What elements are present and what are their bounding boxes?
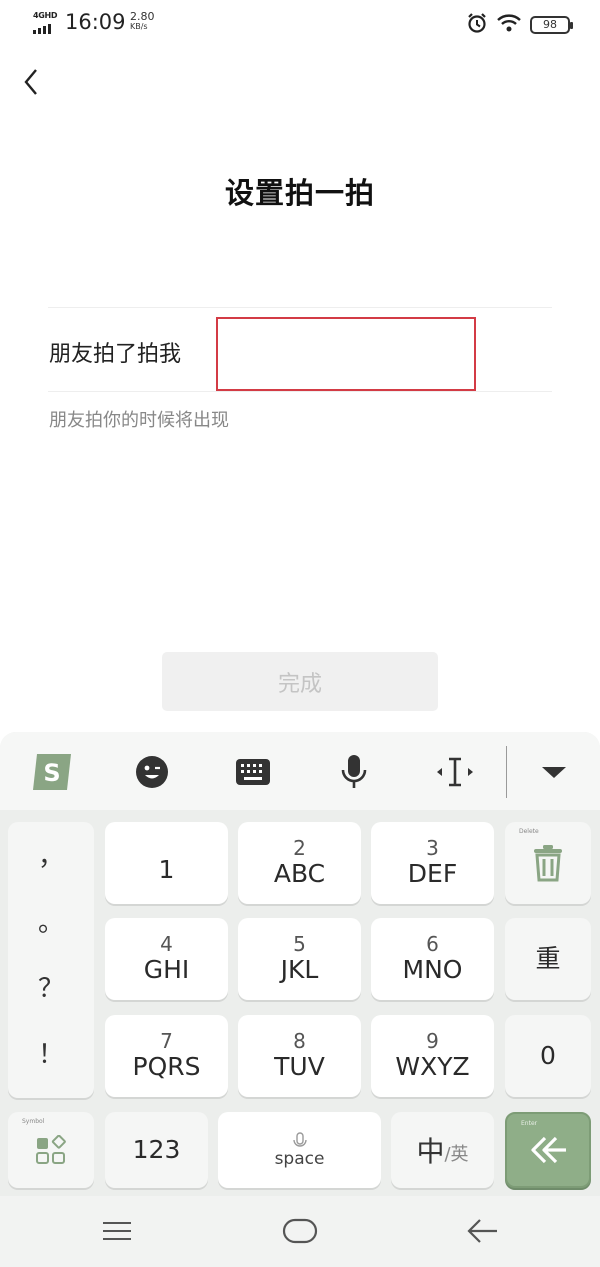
delete-caption: Delete [519,828,539,835]
status-time: 16:09 [65,10,126,34]
key-1[interactable]: 1 [105,822,228,904]
alarm-icon [466,12,488,38]
keyboard-icon[interactable] [223,742,283,802]
wifi-icon [496,13,522,37]
emoji-icon[interactable] [122,742,182,802]
battery-indicator: 98 [530,16,573,34]
key-5[interactable]: 5 JKL [238,918,361,1000]
system-navbar [0,1196,600,1267]
toolbar-separator [506,746,507,798]
number-switch-key[interactable]: 123 [105,1112,208,1188]
svg-text:S: S [43,759,60,787]
page-title: 设置拍一拍 [224,176,375,210]
key-2[interactable]: 2 ABC [238,822,361,904]
sogou-logo-icon[interactable]: S [22,742,82,802]
speed-unit: KB/s [130,22,148,31]
key-4[interactable]: 4 GHI [105,918,228,1000]
enter-caption: Enter [521,1120,538,1127]
language-switch-key[interactable]: 中 /英 [391,1112,494,1188]
punct-exclaim[interactable]: ！ [8,1034,94,1071]
speed-value: 2.80 [130,10,155,23]
symbol-caption: Symbol [22,1118,45,1125]
home-icon[interactable] [275,1214,325,1248]
lang-sub: /英 [444,1144,469,1165]
punct-period[interactable]: 。 [8,902,94,939]
network-speed: 2.80 KB/s [130,10,155,32]
back-button[interactable] [16,62,46,102]
pat-suffix-input[interactable] [216,317,476,391]
key-0[interactable]: 0 [505,1015,591,1097]
key-8[interactable]: 8 TUV [238,1015,361,1097]
pat-label: 朋友拍了拍我 [49,342,182,367]
symbol-grid-icon [36,1135,66,1164]
done-button[interactable]: 完成 [162,652,438,711]
divider-top [48,307,552,308]
chevron-left-icon [24,69,37,95]
lang-main: 中 [416,1135,445,1168]
collapse-icon[interactable] [524,742,584,802]
hint-text: 朋友拍你的时候将出现 [49,410,229,431]
divider-bottom [48,391,552,392]
enter-arrow-icon [531,1136,566,1164]
space-label: space [274,1149,325,1169]
network-type: 4GHD [33,11,58,20]
punctuation-column[interactable]: ， 。 ？ ！ [8,822,94,1098]
key-9[interactable]: 9 WXYZ [371,1015,494,1097]
cellular-signal-icon: 4GHD [32,11,60,34]
keyboard-toolbar: S [0,732,600,810]
key-6[interactable]: 6 MNO [371,918,494,1000]
back-arrow-icon[interactable] [458,1214,508,1248]
enter-key[interactable]: Enter [505,1112,591,1188]
space-key[interactable]: space [218,1112,381,1188]
punct-question[interactable]: ？ [8,968,94,1005]
reset-key[interactable]: 重 [505,918,591,1000]
cursor-icon[interactable] [425,742,485,802]
menu-icon[interactable] [92,1214,142,1248]
microphone-small-icon [292,1132,307,1147]
microphone-icon[interactable] [324,742,384,802]
key-3[interactable]: 3 DEF [371,822,494,904]
punct-comma[interactable]: ， [8,836,94,873]
status-bar: 4GHD 16:09 2.80 KB/s 98 [0,0,600,48]
trash-icon [534,845,562,882]
symbol-key[interactable]: Symbol [8,1112,94,1188]
key-7[interactable]: 7 PQRS [105,1015,228,1097]
delete-key[interactable]: Delete [505,822,591,904]
